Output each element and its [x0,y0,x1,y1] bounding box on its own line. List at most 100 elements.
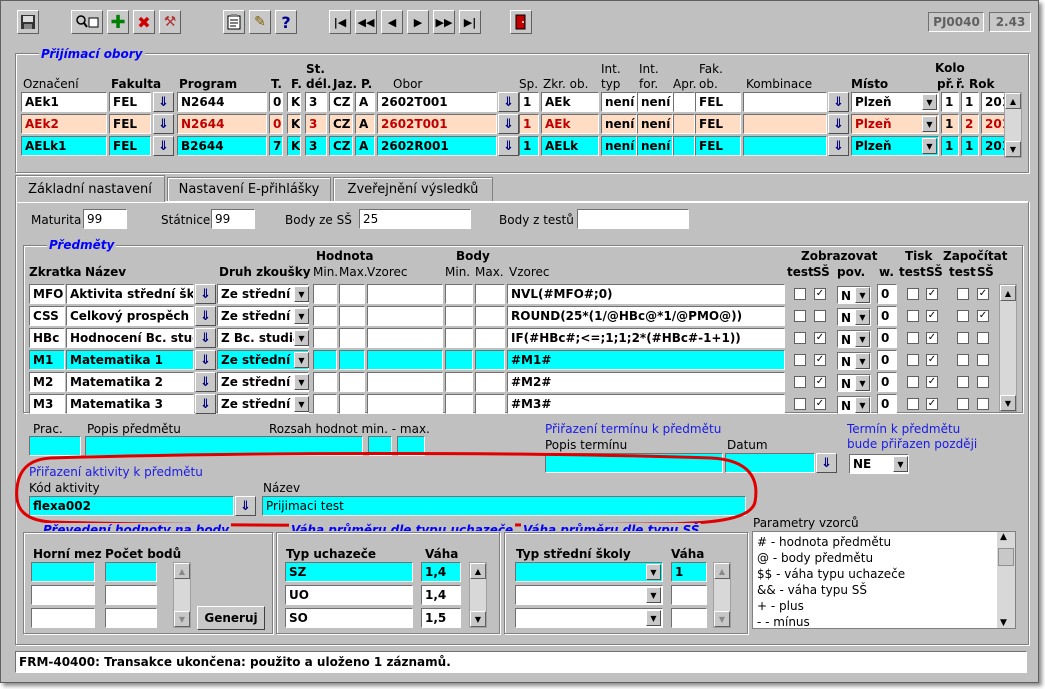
hodnota-max-field[interactable] [339,372,365,392]
kombinace-lov-button[interactable]: ⇓ [828,114,849,134]
body-testu-input[interactable] [577,209,689,229]
obor-zkr-field[interactable]: AEk [541,92,599,112]
hodnota-vzorec-field[interactable] [367,328,443,348]
obor-kolo-r-field[interactable]: 2 [961,114,979,134]
clear-icon[interactable]: ⚒ [159,10,181,34]
hodnota-max-field[interactable] [339,284,365,304]
nazev-field[interactable]: Hodnocení Bc. studia [66,328,194,348]
obor-t-field[interactable]: 0 [269,114,283,134]
body-min-field[interactable] [445,394,473,414]
hodnota-vzorec-field[interactable] [367,350,443,370]
prev-set-icon[interactable]: ◀◀ [355,10,377,34]
clipboard-icon[interactable] [223,10,245,34]
obor-lov-button[interactable]: ⇓ [498,92,519,112]
obor-p-field[interactable]: A [355,92,375,112]
obor-oznaceni-field[interactable]: AEk1 [21,92,107,112]
hodnota-max-field[interactable] [339,328,365,348]
obor-sp-field[interactable]: 1 [519,92,539,112]
chevron-down-icon[interactable]: ▼ [855,353,870,369]
zapocitat-ss-checkbox[interactable] [977,398,989,410]
obor-kolo-r-field[interactable]: 1 [961,92,979,112]
chevron-down-icon[interactable]: ▼ [294,374,309,390]
tisk-test-checkbox[interactable] [907,354,919,366]
vaha-w-field[interactable]: 0 [877,394,897,414]
obor-pr-field[interactable]: 1 [941,114,959,134]
obor-int-typ-field[interactable]: není [601,114,637,134]
chevron-down-icon[interactable]: ▼ [922,138,937,154]
body-min-field[interactable] [445,372,473,392]
obor-sp-field[interactable]: 1 [519,114,539,134]
zkratka-field[interactable]: CSS [29,306,65,326]
kombinace-lov-button[interactable]: ⇓ [828,136,849,156]
chevron-down-icon[interactable]: ▼ [922,116,937,132]
body-vzorec-field[interactable]: IF(#HBc#;<=;1;1;2*(#HBc#-1+1)) [507,328,785,348]
tab-zakladni-nastaveni[interactable]: Základní nastavení [15,175,165,202]
edit-icon[interactable]: ✎ [249,10,271,34]
vaha-ss-scrollbar[interactable]: ▲ ▼ [713,562,731,628]
obor-obor-field[interactable]: 2602R001 [377,136,497,156]
zobrazovat-ss-checkbox[interactable]: ✓ [814,354,826,366]
zobrazovat-ss-checkbox[interactable]: ✓ [814,376,826,388]
zkratka-field[interactable]: M1 [29,350,65,370]
hodnota-min-field[interactable] [313,328,337,348]
tisk-ss-checkbox[interactable]: ✓ [926,310,938,322]
obor-jaz-field[interactable]: CZ [329,92,353,112]
hodnota-min-field[interactable] [313,350,337,370]
obor-kombinace-field[interactable] [743,114,827,134]
chevron-down-icon[interactable]: ▼ [855,309,870,325]
obor-del-field[interactable]: 3 [305,114,327,134]
kod-aktivity-lov-button[interactable]: ⇓ [235,496,256,516]
zkratka-field[interactable]: M2 [29,372,65,392]
scroll-down-icon[interactable]: ▼ [1000,618,1007,628]
nazev-field[interactable]: Matematika 1 [66,350,194,370]
tab-nastaveni-e-prihlasky[interactable]: Nastavení E-přihlášky [167,177,331,201]
obor-kombinace-field[interactable] [743,92,827,112]
nazev-lov-button[interactable]: ⇓ [195,350,216,370]
zapocitat-test-checkbox[interactable] [957,332,969,344]
rozsah-min-input[interactable] [368,436,392,456]
scroll-down-icon[interactable]: ▼ [470,611,486,627]
obor-lov-button[interactable]: ⇓ [498,114,519,134]
scroll-up-icon[interactable]: ▲ [1000,532,1007,542]
nazev-field[interactable]: Celkový prospěch na SŠ [66,306,194,326]
obor-lov-button[interactable]: ⇓ [498,136,519,156]
zkratka-field[interactable]: HBc [29,328,65,348]
chevron-down-icon[interactable]: ▼ [294,308,309,324]
vaha-w-field[interactable]: 0 [877,372,897,392]
scroll-up-icon[interactable]: ▲ [1005,93,1021,109]
horni-mez-input[interactable] [31,608,95,628]
obor-p-field[interactable]: A [355,136,375,156]
zapocitat-test-checkbox[interactable] [957,288,969,300]
vaha-w-field[interactable]: 0 [877,284,897,304]
scroll-down-icon[interactable]: ▼ [1000,395,1016,411]
hodnota-vzorec-field[interactable] [367,372,443,392]
obor-f-field[interactable]: K [287,114,301,134]
chevron-down-icon[interactable]: ▼ [294,286,309,302]
fakulta-lov-button[interactable]: ⇓ [153,136,174,156]
hodnota-min-field[interactable] [313,372,337,392]
tisk-test-checkbox[interactable] [907,398,919,410]
obor-zkr-field[interactable]: AELk [541,136,599,156]
zobrazovat-test-checkbox[interactable] [794,332,806,344]
vaha-uchazece-field[interactable]: 1,4 [421,562,461,582]
typ-uchazece-field[interactable]: SZ [285,562,413,582]
body-max-field[interactable] [475,284,505,304]
scroll-up-icon[interactable]: ▲ [174,563,190,579]
zobrazovat-test-checkbox[interactable] [794,288,806,300]
body-vzorec-field[interactable]: #M2# [507,372,785,392]
popis-terminu-input[interactable] [545,453,723,473]
vaha-uchazece-field[interactable]: 1,4 [421,585,461,605]
obor-oznaceni-field[interactable]: AEk2 [21,114,107,134]
nazev-lov-button[interactable]: ⇓ [195,394,216,414]
obor-fakulta-field[interactable]: FEL [109,92,151,112]
nazev-field[interactable]: Matematika 3 [66,394,194,414]
tisk-ss-checkbox[interactable]: ✓ [926,332,938,344]
vaha-ss-field[interactable] [671,608,707,628]
zapocitat-test-checkbox[interactable] [957,398,969,410]
obor-fak-ob-field[interactable]: FEL [695,114,741,134]
body-max-field[interactable] [475,328,505,348]
obor-program-field[interactable]: B2644 [177,136,267,156]
nazev-lov-button[interactable]: ⇓ [195,328,216,348]
body-max-field[interactable] [475,306,505,326]
nazev-lov-button[interactable]: ⇓ [195,372,216,392]
